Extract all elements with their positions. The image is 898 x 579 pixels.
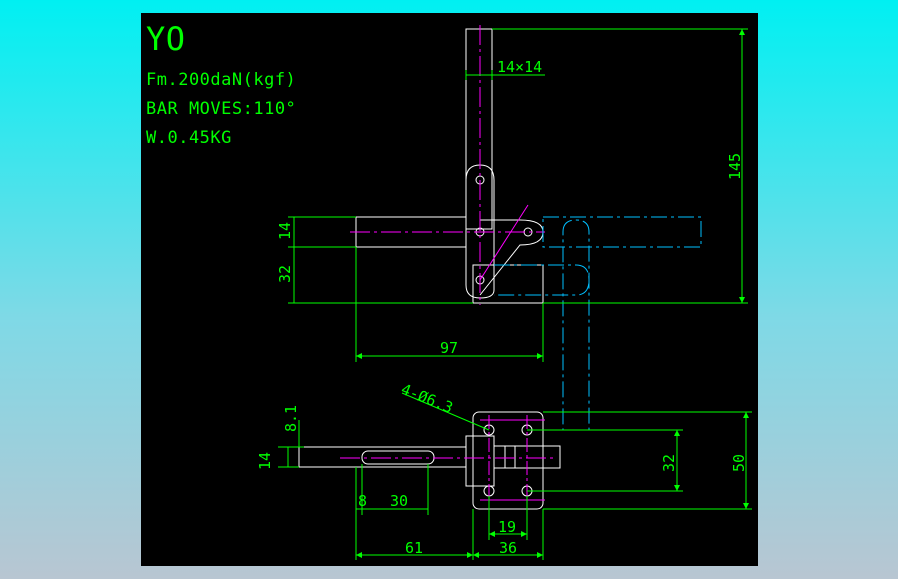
dim-50: 50	[730, 454, 748, 472]
clamp-drawing: 14×14 145 14 32 97 4-Ø6.3 8.1 14 32 50 8…	[256, 25, 752, 560]
dim-14-bottom: 14	[256, 452, 274, 470]
dim-61: 61	[405, 539, 423, 557]
vertical-handle-bar	[465, 28, 493, 230]
top-view	[350, 25, 702, 431]
top-dimensions	[288, 28, 748, 362]
dim-14x14: 14×14	[497, 58, 542, 76]
hinge-block	[465, 435, 495, 487]
base-block	[472, 264, 544, 304]
dim-8-1: 8.1	[282, 405, 300, 432]
dim-97: 97	[440, 339, 458, 357]
dim-30: 30	[390, 492, 408, 510]
dim-8: 8	[358, 492, 367, 510]
link-centerline	[479, 204, 529, 281]
phantom-link	[562, 219, 590, 431]
dim-holes: 4-Ø6.3	[399, 380, 456, 417]
dim-32-top: 32	[276, 265, 294, 283]
dim-19: 19	[498, 518, 516, 536]
base-plate	[472, 411, 544, 510]
bottom-view	[298, 411, 561, 510]
phantom-link-2	[494, 264, 590, 296]
phantom-bar-horizontal	[542, 216, 702, 248]
dim-36: 36	[499, 539, 517, 557]
dim-14-top: 14	[276, 222, 294, 240]
dim-145: 145	[726, 153, 744, 180]
dim-32-right: 32	[660, 454, 678, 472]
